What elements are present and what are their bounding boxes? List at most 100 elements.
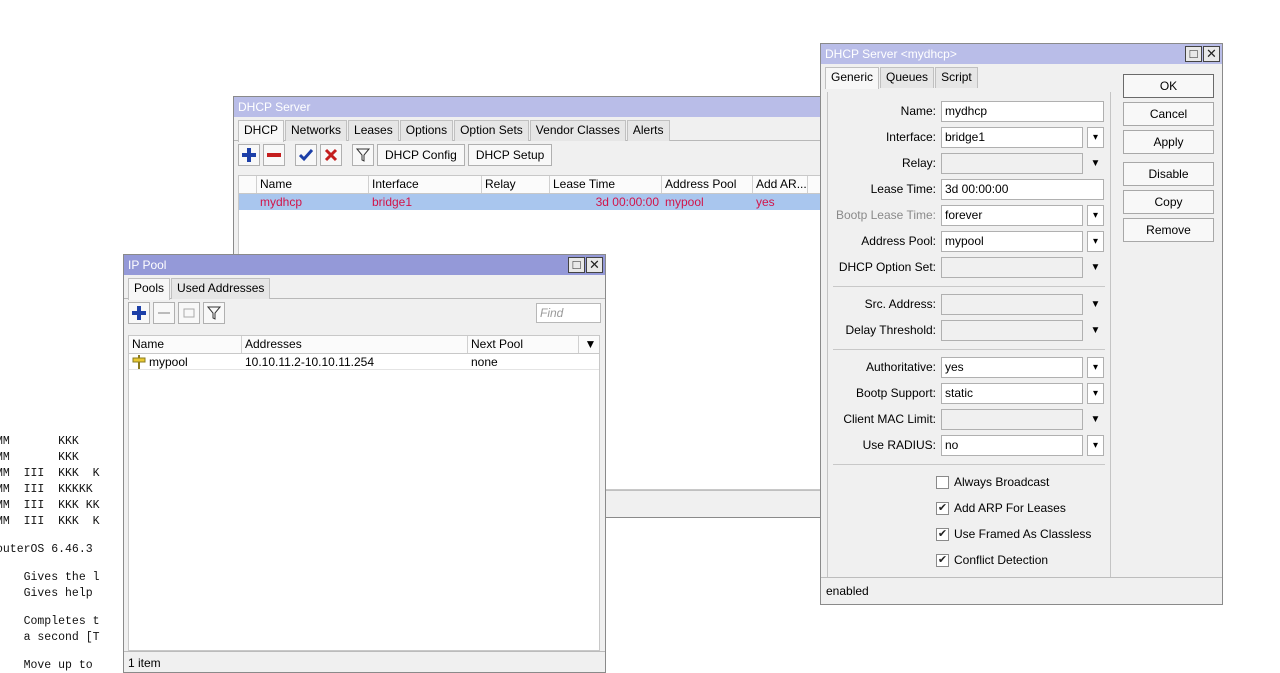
dhcp-edit-tabs: Generic Queues Script [821, 64, 1111, 89]
apply-button[interactable]: Apply [1123, 130, 1214, 154]
conflict-detection-checkbox[interactable]: ✔ Conflict Detection [936, 551, 1048, 569]
tab-options[interactable]: Options [399, 120, 454, 141]
copy-button[interactable] [178, 302, 200, 324]
table-row[interactable]: mydhcp bridge1 3d 00:00:00 mypool yes [239, 194, 831, 210]
bootp-support-dropdown[interactable]: ▾ [1087, 383, 1104, 404]
remove-button[interactable]: Remove [1123, 218, 1214, 242]
authoritative-dropdown[interactable]: ▾ [1087, 357, 1104, 378]
address-pool-dropdown[interactable]: ▾ [1087, 231, 1104, 252]
checkbox-box: ✔ [936, 527, 949, 541]
ok-button[interactable]: OK [1123, 74, 1214, 98]
bootp-lease-time-select[interactable]: forever [941, 205, 1083, 226]
bootp-support-select[interactable]: static [941, 383, 1083, 404]
plus-icon [132, 306, 146, 320]
dhcp-option-set-field[interactable] [941, 257, 1083, 278]
cell-next-pool: none [471, 355, 498, 369]
src-address-field[interactable] [941, 294, 1083, 315]
remove-button[interactable] [153, 302, 175, 324]
column-header-next-pool[interactable]: Next Pool [468, 336, 579, 353]
relay-row: Relay: ▼ [828, 153, 1112, 175]
remove-button[interactable] [263, 144, 285, 166]
delay-threshold-expand[interactable]: ▼ [1087, 320, 1104, 341]
relay-expand[interactable]: ▼ [1087, 153, 1104, 174]
checkbox-box [936, 475, 949, 489]
use-radius-dropdown[interactable]: ▾ [1087, 435, 1104, 456]
lease-time-field[interactable]: 3d 00:00:00 [941, 179, 1104, 200]
address-pool-select[interactable]: mypool [941, 231, 1083, 252]
dhcp-server-titlebar[interactable]: DHCP Server [234, 97, 832, 117]
client-mac-limit-row: Client MAC Limit: ▼ [828, 409, 1112, 431]
bootp-support-label: Bootp Support: [855, 386, 936, 400]
authoritative-row: Authoritative: yes ▾ [828, 357, 1112, 379]
tab-vendor-classes[interactable]: Vendor Classes [529, 120, 626, 141]
client-mac-limit-expand[interactable]: ▼ [1087, 409, 1104, 430]
add-arp-for-leases-checkbox[interactable]: ✔ Add ARP For Leases [936, 499, 1066, 517]
columns-menu-button[interactable]: ▼ [579, 336, 599, 353]
tab-networks[interactable]: Networks [285, 120, 348, 141]
column-header-addresses[interactable]: Addresses [242, 336, 468, 353]
column-header-add-arp[interactable]: Add AR... [753, 176, 808, 193]
tab-pools[interactable]: Pools [128, 278, 171, 300]
column-header-address-pool[interactable]: Address Pool [662, 176, 753, 193]
add-button[interactable] [128, 302, 150, 324]
interface-select[interactable]: bridge1 [941, 127, 1083, 148]
lease-time-row: Lease Time: 3d 00:00:00 [828, 179, 1112, 201]
use-radius-row: Use RADIUS: no ▾ [828, 435, 1112, 457]
src-address-expand[interactable]: ▼ [1087, 294, 1104, 315]
cancel-button[interactable]: Cancel [1123, 102, 1214, 126]
disable-button[interactable]: Disable [1123, 162, 1214, 186]
dhcp-option-set-label: DHCP Option Set: [838, 260, 936, 274]
tab-alerts[interactable]: Alerts [626, 120, 670, 141]
terminal-line: Completes t [0, 615, 100, 628]
bootp-lease-time-dropdown[interactable]: ▾ [1087, 205, 1104, 226]
terminal-line: Gives the l [0, 571, 100, 584]
use-radius-select[interactable]: no [941, 435, 1083, 456]
check-icon: ✔ [937, 527, 948, 540]
table-row[interactable]: mypool 10.10.11.2-10.10.11.254 none [129, 354, 599, 370]
dhcp-config-button[interactable]: DHCP Config [377, 144, 465, 166]
tab-leases[interactable]: Leases [348, 120, 399, 141]
tab-dhcp[interactable]: DHCP [238, 120, 285, 142]
add-button[interactable] [238, 144, 260, 166]
client-mac-limit-field[interactable] [941, 409, 1083, 430]
interface-dropdown[interactable]: ▾ [1087, 127, 1104, 148]
maximize-button[interactable]: □ [568, 257, 585, 273]
terminal-line: outerOS 6.46.3 [0, 543, 93, 556]
tab-generic[interactable]: Generic [825, 67, 880, 89]
name-field[interactable]: mydhcp [941, 101, 1104, 122]
relay-field[interactable] [941, 153, 1083, 174]
cell-lease-time: 3d 00:00:00 [595, 195, 659, 209]
tab-queues[interactable]: Queues [880, 67, 935, 88]
column-header-name[interactable]: Name [129, 336, 242, 353]
tab-used-addresses[interactable]: Used Addresses [171, 278, 271, 299]
authoritative-select[interactable]: yes [941, 357, 1083, 378]
tab-script[interactable]: Script [935, 67, 978, 88]
enable-button[interactable] [295, 144, 317, 166]
dhcp-setup-button[interactable]: DHCP Setup [467, 144, 553, 166]
filter-button[interactable] [352, 144, 374, 166]
terminal-line: Move up to [0, 659, 93, 672]
always-broadcast-checkbox[interactable]: Always Broadcast [936, 473, 1049, 491]
bootp-support-row: Bootp Support: static ▾ [828, 383, 1112, 405]
delay-threshold-field[interactable] [941, 320, 1083, 341]
copy-button[interactable]: Copy [1123, 190, 1214, 214]
filter-button[interactable] [203, 302, 225, 324]
use-framed-as-classless-checkbox[interactable]: ✔ Use Framed As Classless [936, 525, 1091, 543]
pool-item-icon [132, 354, 146, 369]
ip-pool-titlebar[interactable]: IP Pool □ ✕ [124, 255, 605, 275]
table-header: Name Addresses Next Pool ▼ [129, 336, 599, 354]
column-header-lease-time[interactable]: Lease Time [550, 176, 662, 193]
column-header-name[interactable]: Name [257, 176, 369, 193]
close-button[interactable]: ✕ [1203, 46, 1220, 62]
dhcp-option-set-expand[interactable]: ▼ [1087, 257, 1104, 278]
column-header-interface[interactable]: Interface [369, 176, 482, 193]
close-button[interactable]: ✕ [586, 257, 603, 273]
cell-interface: bridge1 [372, 195, 413, 209]
maximize-button[interactable]: □ [1185, 46, 1202, 62]
tab-option-sets[interactable]: Option Sets [454, 120, 529, 141]
dhcp-edit-titlebar[interactable]: DHCP Server <mydhcp> □ ✕ [821, 44, 1222, 64]
find-input[interactable]: Find [536, 303, 601, 323]
disable-button[interactable] [320, 144, 342, 166]
column-header-relay[interactable]: Relay [482, 176, 550, 193]
